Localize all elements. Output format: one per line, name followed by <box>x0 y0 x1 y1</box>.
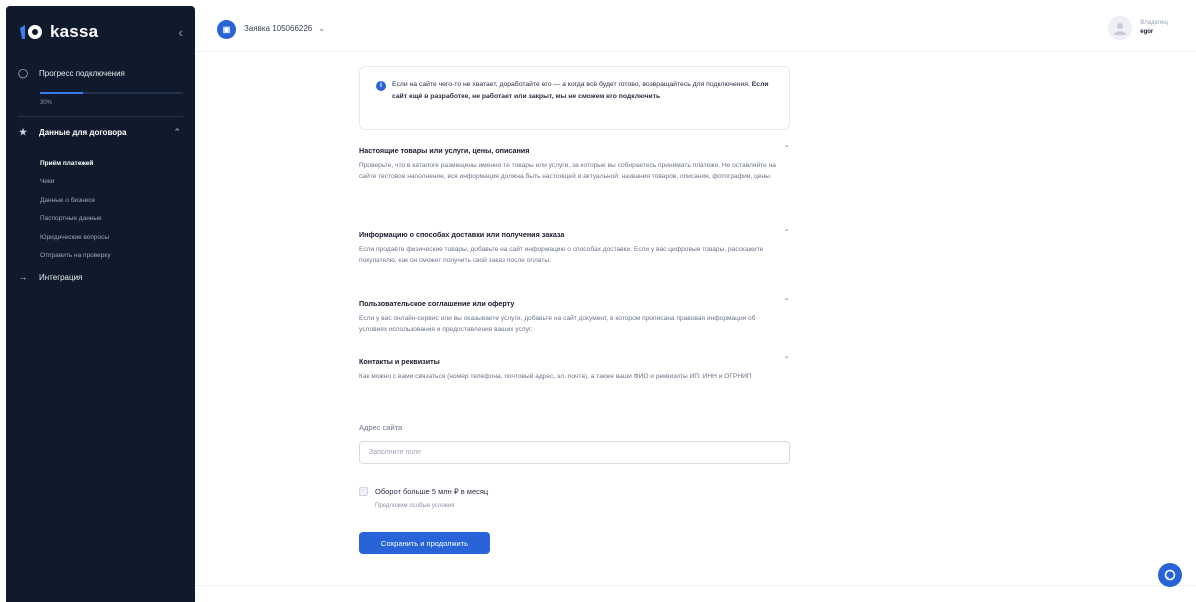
section-body: Если у вас онлайн-сервис или вы оказывае… <box>359 315 756 334</box>
chevron-up-icon[interactable]: ⌃ <box>783 144 790 153</box>
user-menu[interactable]: Владелец egor <box>1108 16 1168 40</box>
section-delivery: Информацию о способах доставки или получ… <box>359 228 790 266</box>
star-icon: ★ <box>18 126 28 137</box>
progress-percent: 30% <box>40 100 53 106</box>
turnover-checkbox-row[interactable]: Оборот больше 5 млн ₽ в месяц <box>359 487 488 496</box>
section-contacts: Контакты и реквизиты ⌃ Как можно с вами … <box>359 355 790 382</box>
progress-bar <box>40 92 183 94</box>
sidebar-item-integration[interactable]: → Интеграция <box>6 268 195 286</box>
notice-plain: Если на сайте чего-то не хватает, дорабо… <box>392 81 752 88</box>
application-icon: ▣ <box>217 20 236 39</box>
chevron-down-icon: ⌄ <box>318 24 325 33</box>
chevron-up-icon[interactable]: ⌃ <box>783 355 790 364</box>
chevron-up-icon[interactable]: ⌃ <box>783 228 790 237</box>
section-title[interactable]: Контакты и реквизиты <box>359 355 790 367</box>
sidebar-item-contract[interactable]: ★ Данные для договора ⌃ <box>6 123 195 141</box>
section-agreement: Пользовательское соглашение или оферту ⌃… <box>359 297 790 335</box>
progress-bar-fill <box>40 92 83 94</box>
sidebar-item-label: Интеграция <box>39 272 83 282</box>
avatar <box>1108 16 1133 40</box>
sidebar-item-label: Прогресс подключения <box>39 68 125 78</box>
collapse-sidebar-icon[interactable]: ‹ <box>178 24 183 40</box>
section-title[interactable]: Настоящие товары или услуги, цены, описа… <box>359 144 790 156</box>
logo[interactable]: kassa <box>18 22 98 42</box>
sidebar: kassa ‹ ◯ Прогресс подключения 30% ★ Дан… <box>6 6 195 602</box>
topbar: ▣ Заявка 105066226 ⌄ Владелец egor <box>195 0 1196 52</box>
site-address-label: Адрес сайта <box>359 423 403 432</box>
sidebar-subitems: Приём платежей Чеки Данные о бизнесе Пас… <box>40 154 111 265</box>
section-title[interactable]: Пользовательское соглашение или оферту <box>359 297 790 309</box>
sidebar-subitem-submit[interactable]: Отправить на проверку <box>40 247 111 266</box>
section-body: Проверьте, что в каталоге размещены имен… <box>359 162 776 181</box>
sidebar-subitem-legal[interactable]: Юридические вопросы <box>40 228 111 247</box>
sidebar-item-label: Данные для договора <box>39 127 127 137</box>
turnover-label: Оборот больше 5 млн ₽ в месяц <box>375 487 489 496</box>
footer-divider <box>195 585 1196 586</box>
site-address-input[interactable] <box>359 441 790 464</box>
save-continue-button[interactable]: Сохранить и продолжить <box>359 532 490 554</box>
arrow-right-icon: → <box>18 272 28 282</box>
application-title: Заявка 105066226 <box>244 24 313 33</box>
chat-support-button[interactable] <box>1158 563 1182 587</box>
sidebar-subitem-passport[interactable]: Паспортные данные <box>40 210 111 229</box>
info-notice: i Если на сайте чего-то не хватает, дора… <box>359 66 790 130</box>
sidebar-divider <box>18 116 183 117</box>
chat-bubble-icon <box>1164 569 1176 581</box>
app-root: kassa ‹ ◯ Прогресс подключения 30% ★ Дан… <box>0 0 1196 602</box>
sidebar-subitem-receipts[interactable]: Чеки <box>40 173 111 192</box>
chevron-up-icon[interactable]: ⌃ <box>173 127 181 138</box>
user-name: egor <box>1140 29 1154 35</box>
user-icon <box>1114 23 1127 35</box>
user-role: Владелец <box>1140 20 1168 26</box>
chevron-up-icon[interactable]: ⌃ <box>783 297 790 306</box>
section-title[interactable]: Информацию о способах доставки или получ… <box>359 228 790 240</box>
sidebar-subitem-business[interactable]: Данные о бизнесе <box>40 191 111 210</box>
turnover-checkbox[interactable] <box>359 487 368 496</box>
logo-text: kassa <box>50 22 99 41</box>
info-icon: i <box>376 81 386 91</box>
sidebar-item-progress[interactable]: ◯ Прогресс подключения <box>6 64 195 82</box>
progress-circle-icon: ◯ <box>18 67 29 78</box>
section-products: Настоящие товары или услуги, цены, описа… <box>359 144 790 182</box>
notice-text: Если на сайте чего-то не хватает, дорабо… <box>392 79 780 102</box>
section-body: Если продаёте физические товары, добавьт… <box>359 246 764 265</box>
logo-mark-icon <box>18 22 46 42</box>
sidebar-subitem-payments[interactable]: Приём платежей <box>40 154 111 173</box>
section-body: Как можно с вами связаться (номер телефо… <box>359 373 752 380</box>
application-selector[interactable]: Заявка 105066226 ⌄ <box>244 24 325 33</box>
turnover-hint: Предложим особые условия <box>375 503 455 509</box>
